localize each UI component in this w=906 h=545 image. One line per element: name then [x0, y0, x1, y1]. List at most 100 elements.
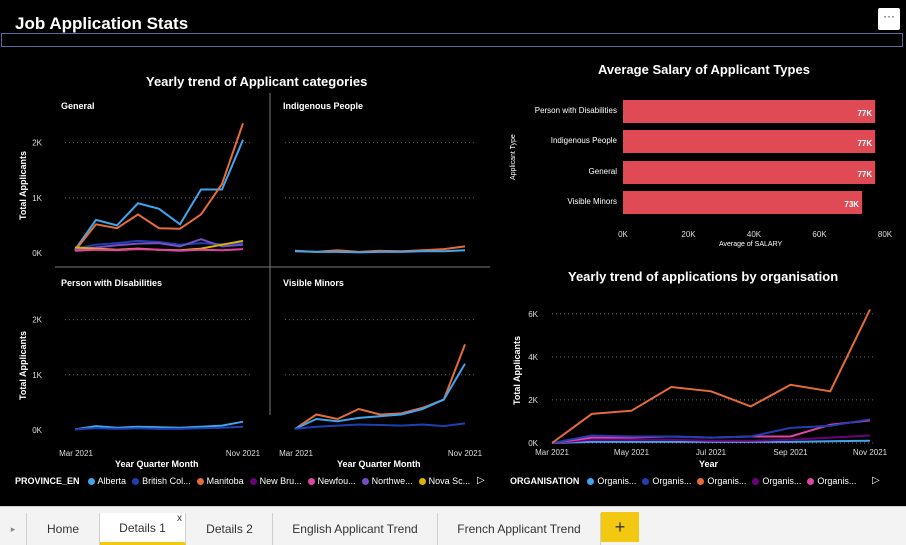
legend-label: New Bru...: [259, 476, 302, 486]
legend-item[interactable]: Nova Sc...: [418, 476, 471, 486]
legend-label: Organis...: [707, 476, 747, 486]
bar-data-label: 77K: [857, 139, 872, 148]
tab-scroll-left-icon[interactable]: ▸: [0, 513, 27, 545]
legend-item[interactable]: Newfou...: [307, 476, 356, 486]
legend-label: Nova Sc...: [428, 476, 471, 486]
legend-item[interactable]: Organis...: [697, 476, 746, 486]
header-divider: [1, 33, 903, 47]
left-chart-xlabel-1: Year Quarter Month: [115, 459, 199, 469]
x-tick-label: Mar 2021: [535, 448, 569, 457]
y-tick-label: 6K: [528, 310, 538, 319]
x-tick-label: Sep 2021: [773, 448, 808, 457]
x-tick-label: Nov 2021: [226, 449, 261, 458]
legend-label: Organis...: [597, 476, 637, 486]
legend-dot-icon: [132, 477, 140, 485]
bar-data-label: 77K: [857, 109, 872, 118]
bar-category-label: Indigenous People: [551, 136, 618, 145]
x-tick-label: May 2021: [614, 448, 650, 457]
province-legend: PROVINCE_EN Alberta British Col... Manit…: [15, 476, 470, 486]
legend-dot-icon: [642, 477, 650, 485]
legend-dot-icon: [752, 477, 760, 485]
tab-english-applicant-trend[interactable]: English Applicant Trend: [273, 513, 438, 545]
page-title: Job Application Stats: [15, 14, 189, 33]
organisation-trend-chart[interactable]: 6K 4K 2K 0KMar 2021 May 2021 Jul 2021 Sep 2021…: [500, 295, 900, 470]
y-tick-label: 2K: [32, 316, 42, 325]
bar-category-label: Person with Disabilities: [535, 106, 617, 115]
x-tick-label: 40K: [747, 230, 762, 239]
tab-details-2[interactable]: Details 2: [187, 513, 273, 545]
left-chart-ylabel-top: Total Applicants: [18, 150, 28, 220]
y-tick-label: 2K: [32, 139, 42, 148]
panel-label-general: General: [61, 101, 95, 111]
tab-details-1[interactable]: Details 1 x: [100, 513, 186, 545]
y-tick-label: 0K: [528, 439, 538, 448]
legend-item[interactable]: Northwe...: [361, 476, 413, 486]
x-tick-label: Nov 2021: [853, 448, 888, 457]
legend-dot-icon: [87, 477, 95, 485]
salary-bar: [623, 130, 876, 153]
bar-category-label: General: [589, 167, 618, 176]
tab-home[interactable]: Home: [27, 513, 100, 545]
legend-item[interactable]: Organis...: [752, 476, 801, 486]
legend-dot-icon: [307, 477, 315, 485]
x-tick-label: 20K: [681, 230, 696, 239]
legend-label: Newfou...: [317, 476, 356, 486]
add-page-button[interactable]: +: [601, 512, 639, 542]
salary-bar: [623, 161, 876, 184]
legend-item[interactable]: British Col...: [132, 476, 191, 486]
tab-french-applicant-trend[interactable]: French Applicant Trend: [438, 513, 601, 545]
legend-item[interactable]: Manitoba: [196, 476, 244, 486]
x-tick-label: 80K: [878, 230, 893, 239]
more-options-button[interactable]: ···: [878, 8, 900, 30]
org-legend-next-arrow-icon[interactable]: ▷: [872, 475, 880, 486]
legend-dot-icon: [196, 477, 204, 485]
series-line: [294, 363, 466, 430]
salary-bar: [623, 191, 863, 214]
x-tick-label: 60K: [812, 230, 827, 239]
legend-label: Organis...: [652, 476, 692, 486]
x-tick-label: Mar 2021: [279, 449, 313, 458]
legend-label: Northwe...: [371, 476, 413, 486]
org-ylabel: Total Applicants: [512, 335, 522, 405]
y-tick-label: 1K: [32, 194, 42, 203]
legend-item[interactable]: Organis...: [587, 476, 636, 486]
legend-label: Organis...: [762, 476, 802, 486]
y-tick-label: 2K: [528, 396, 538, 405]
x-tick-label: 0K: [618, 230, 628, 239]
y-tick-label: 4K: [528, 353, 538, 362]
panel-label-indigenous: Indigenous People: [283, 101, 364, 111]
legend-dot-icon: [249, 477, 257, 485]
legend-item[interactable]: Alberta: [87, 476, 126, 486]
legend-dot-icon: [418, 477, 426, 485]
legend-next-arrow-icon[interactable]: ▷: [477, 475, 485, 486]
x-tick-label: Nov 2021: [448, 449, 483, 458]
close-tab-icon[interactable]: x: [177, 513, 182, 524]
salary-xlabel: Average of SALARY: [719, 241, 783, 248]
salary-bar-chart[interactable]: Person with Disabilities 77K Indigenous Pe…: [500, 85, 900, 255]
x-tick-label: Mar 2021: [59, 449, 93, 458]
legend-dot-icon: [807, 477, 815, 485]
salary-ylabel: Applicant Type: [510, 134, 517, 180]
legend-label: British Col...: [142, 476, 191, 486]
panel-label-disabilities: Person with Disabilities: [61, 278, 163, 288]
x-tick-label: Jul 2021: [696, 448, 727, 457]
bar-category-label: Visible Minors: [567, 197, 617, 206]
legend-dot-icon: [361, 477, 369, 485]
legend-item[interactable]: Organis...: [642, 476, 691, 486]
salary-chart-title: Average Salary of Applicant Types: [598, 62, 810, 77]
legend-label: Organis...: [817, 476, 857, 486]
page-tab-bar: ▸ Home Details 1 x Details 2 English App…: [0, 506, 906, 545]
y-tick-label: 1K: [32, 371, 42, 380]
legend-item[interactable]: Organis...: [807, 476, 856, 486]
legend-item[interactable]: New Bru...: [249, 476, 302, 486]
salary-bar: [623, 100, 876, 123]
bar-data-label: 77K: [857, 170, 872, 179]
org-xlabel: Year: [699, 459, 719, 469]
org-chart-title: Yearly trend of applications by organisa…: [568, 269, 839, 284]
legend-dot-icon: [697, 477, 705, 485]
y-tick-label: 0K: [32, 426, 42, 435]
left-chart-ylabel-bottom: Total Applicants: [18, 330, 28, 400]
left-chart-xlabel-2: Year Quarter Month: [337, 459, 421, 469]
tab-details-1-label: Details 1: [119, 520, 166, 535]
series-line: [74, 139, 244, 251]
